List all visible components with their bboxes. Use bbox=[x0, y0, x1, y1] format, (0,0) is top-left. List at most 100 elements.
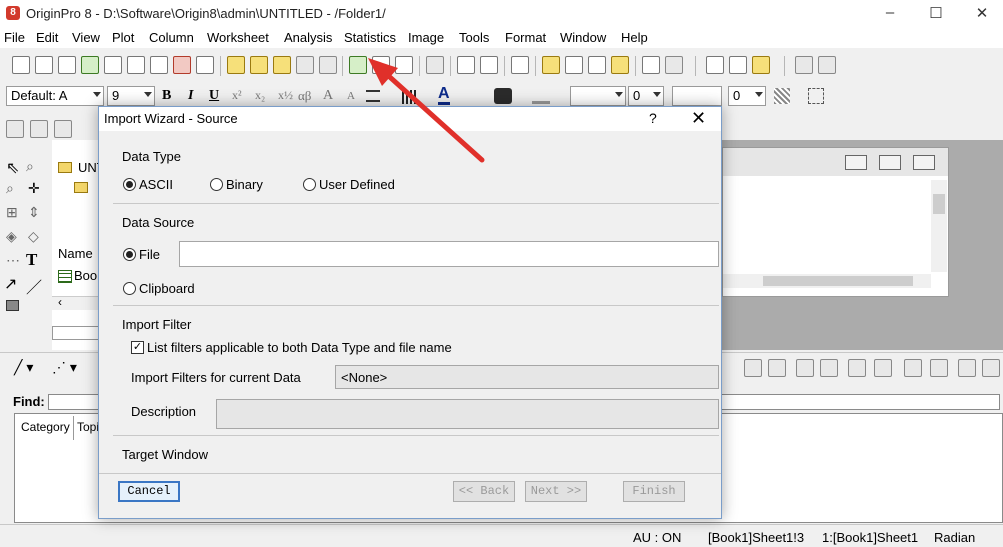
menu-statistics[interactable]: Statistics bbox=[344, 30, 396, 45]
layer-tool-icon[interactable] bbox=[6, 120, 24, 138]
filter-applicable-checkbox[interactable]: ✓ bbox=[131, 341, 144, 354]
font-size-combo[interactable]: 9 bbox=[107, 86, 155, 106]
line-color-icon[interactable] bbox=[532, 88, 550, 104]
filter-applicable-label[interactable]: List filters applicable to both Data Typ… bbox=[147, 340, 452, 355]
zoom-tool-icon[interactable]: ⌕ bbox=[26, 158, 34, 175]
menu-file[interactable]: File bbox=[4, 30, 25, 45]
new-workbook-icon[interactable] bbox=[58, 56, 76, 74]
paste-icon[interactable] bbox=[752, 56, 770, 74]
line-style-combo[interactable] bbox=[570, 86, 626, 106]
align-top-objects-icon[interactable] bbox=[796, 359, 814, 377]
next-button[interactable]: Next >> bbox=[525, 481, 587, 502]
mdi-vertical-scrollbar[interactable] bbox=[931, 180, 947, 272]
new-excel-icon[interactable] bbox=[81, 56, 99, 74]
menu-analysis[interactable]: Analysis bbox=[284, 30, 332, 45]
data-reader-icon[interactable]: ◈ bbox=[6, 228, 17, 245]
file-label[interactable]: File bbox=[139, 247, 160, 262]
new-graph-icon[interactable] bbox=[104, 56, 122, 74]
binary-label[interactable]: Binary bbox=[226, 177, 263, 192]
clipboard-label[interactable]: Clipboard bbox=[139, 281, 195, 296]
border-style-icon[interactable] bbox=[808, 88, 824, 104]
hatch-pattern-icon[interactable] bbox=[774, 88, 790, 104]
cut-icon[interactable] bbox=[706, 56, 724, 74]
front-icon[interactable] bbox=[958, 359, 976, 377]
border-width-combo[interactable]: 0 bbox=[728, 86, 766, 106]
current-filter-select[interactable]: <None> bbox=[335, 365, 719, 389]
mask-tool-icon[interactable]: ⋯ bbox=[6, 252, 20, 269]
line-width-combo[interactable]: 0 bbox=[628, 86, 664, 106]
subscript-button[interactable]: x₂ bbox=[255, 88, 265, 103]
align-right-objects-icon[interactable] bbox=[768, 359, 786, 377]
file-path-input[interactable] bbox=[179, 241, 719, 267]
dialog-close-button[interactable]: ✕ bbox=[691, 108, 706, 129]
mdi-minimize-button[interactable] bbox=[845, 155, 867, 170]
mdi-close-button[interactable] bbox=[913, 155, 935, 170]
new-matrix-icon[interactable] bbox=[127, 56, 145, 74]
menu-format[interactable]: Format bbox=[505, 30, 546, 45]
menu-edit[interactable]: Edit bbox=[36, 30, 58, 45]
menu-image[interactable]: Image bbox=[408, 30, 444, 45]
new-function-icon[interactable] bbox=[150, 56, 168, 74]
new-project-icon[interactable] bbox=[12, 56, 30, 74]
maximize-button[interactable]: ☐ bbox=[926, 4, 946, 22]
fill-pattern-combo[interactable] bbox=[672, 86, 722, 106]
project-explorer-icon[interactable] bbox=[511, 56, 529, 74]
zoom-out-tool-icon[interactable]: ⌕ bbox=[6, 180, 14, 197]
cancel-button[interactable]: Cancel bbox=[118, 481, 180, 502]
line-draw-icon[interactable]: ╱ ▾ bbox=[14, 359, 33, 376]
save-template-icon[interactable] bbox=[319, 56, 337, 74]
mdi-restore-button[interactable] bbox=[879, 155, 901, 170]
menu-tools[interactable]: Tools bbox=[459, 30, 489, 45]
text-tool-icon[interactable]: T bbox=[26, 250, 37, 270]
new-notes-icon[interactable] bbox=[196, 56, 214, 74]
minimize-button[interactable]: – bbox=[880, 4, 900, 21]
dialog-help-button[interactable]: ? bbox=[649, 110, 657, 126]
decrease-font-button[interactable]: A bbox=[347, 90, 355, 102]
menu-window[interactable]: Window bbox=[560, 30, 606, 45]
greek-button[interactable]: αβ bbox=[298, 88, 311, 104]
open-template-icon[interactable] bbox=[250, 56, 268, 74]
group-icon[interactable] bbox=[904, 359, 922, 377]
merge-tool-icon[interactable] bbox=[30, 120, 48, 138]
help-tab-category[interactable]: Category bbox=[21, 420, 70, 434]
duplicate-icon[interactable] bbox=[795, 56, 813, 74]
superscript-button[interactable]: x² bbox=[232, 88, 242, 103]
user-defined-label[interactable]: User Defined bbox=[319, 177, 395, 192]
menu-worksheet[interactable]: Worksheet bbox=[207, 30, 269, 45]
finish-button[interactable]: Finish bbox=[623, 481, 685, 502]
copy-icon[interactable] bbox=[729, 56, 747, 74]
new-layout-icon[interactable] bbox=[173, 56, 191, 74]
scale-tool-icon[interactable]: ⊞ bbox=[6, 204, 18, 221]
open-excel-icon[interactable] bbox=[273, 56, 291, 74]
ascii-radio[interactable] bbox=[123, 178, 136, 191]
back-icon[interactable] bbox=[982, 359, 1000, 377]
clipboard-radio[interactable] bbox=[123, 282, 136, 295]
pointer-tool-icon[interactable]: ⇖ bbox=[6, 158, 19, 178]
dotline-icon[interactable]: ⋰ ▾ bbox=[52, 359, 77, 376]
supersub-button[interactable]: x½ bbox=[278, 88, 293, 103]
file-radio[interactable] bbox=[123, 248, 136, 261]
new-folder-icon[interactable] bbox=[35, 56, 53, 74]
line-tool-icon[interactable]: ／ bbox=[26, 274, 42, 298]
close-window-button[interactable]: ✕ bbox=[972, 4, 992, 22]
align-bottom-objects-icon[interactable] bbox=[820, 359, 838, 377]
underline-button[interactable]: U bbox=[209, 88, 219, 104]
bold-button[interactable]: B bbox=[162, 88, 171, 104]
help-tab-topics[interactable]: Topi bbox=[77, 420, 99, 434]
crosshair-tool-icon[interactable]: ✛ bbox=[28, 180, 40, 197]
gray-circle-icon[interactable] bbox=[665, 56, 683, 74]
italic-button[interactable]: I bbox=[188, 88, 193, 104]
increase-font-button[interactable]: A bbox=[323, 88, 333, 104]
font-combo[interactable]: Default: A bbox=[6, 86, 104, 106]
arrow-tool-icon[interactable]: ↗ bbox=[4, 274, 17, 294]
command-window-icon[interactable] bbox=[588, 56, 606, 74]
ascii-label[interactable]: ASCII bbox=[139, 177, 173, 192]
menu-plot[interactable]: Plot bbox=[112, 30, 134, 45]
user-defined-radio[interactable] bbox=[303, 178, 316, 191]
rectangle-tool-icon[interactable] bbox=[6, 300, 19, 311]
menu-help[interactable]: Help bbox=[621, 30, 648, 45]
menu-view[interactable]: View bbox=[72, 30, 100, 45]
add-column-icon[interactable] bbox=[642, 56, 660, 74]
ungroup-icon[interactable] bbox=[930, 359, 948, 377]
book-item-label[interactable]: Boo bbox=[74, 268, 97, 283]
